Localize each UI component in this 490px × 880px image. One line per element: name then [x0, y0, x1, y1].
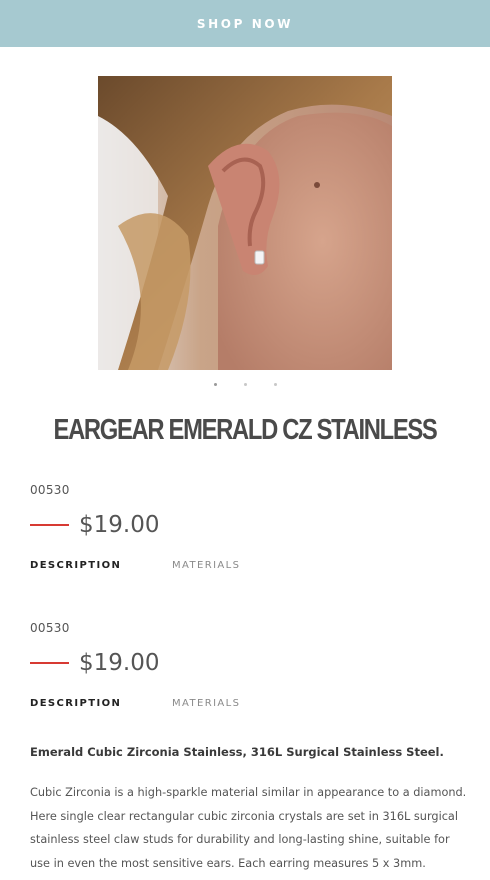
earring-stud [254, 250, 265, 265]
product-image[interactable] [98, 76, 392, 370]
price-accent-line [30, 524, 69, 526]
price: $19.00 [79, 512, 160, 538]
product-info-section-2: 00530 $19.00 DESCRIPTION MATERIALS [30, 621, 470, 709]
price-accent-line [30, 662, 69, 664]
shop-now-label[interactable]: SHOP NOW [197, 17, 293, 31]
tab-materials[interactable]: MATERIALS [172, 698, 240, 709]
info-tabs: DESCRIPTION MATERIALS [30, 698, 470, 709]
price-row: $19.00 [30, 650, 470, 676]
sku: 00530 [30, 483, 70, 497]
tab-description[interactable]: DESCRIPTION [30, 698, 172, 709]
carousel-dot-1[interactable] [213, 383, 217, 386]
price-row: $19.00 [30, 512, 470, 538]
price: $19.00 [79, 650, 160, 676]
description-heading: Emerald Cubic Zirconia Stainless, 316L S… [30, 745, 444, 759]
carousel-dots[interactable] [0, 383, 490, 386]
ear-photo-illustration [98, 76, 392, 370]
description-body: Cubic Zirconia is a high-sparkle materia… [30, 786, 467, 870]
info-tabs: DESCRIPTION MATERIALS [30, 560, 470, 571]
product-info-section-1: 00530 $19.00 DESCRIPTION MATERIALS [30, 483, 470, 571]
carousel-dot-3[interactable] [273, 383, 277, 386]
sku: 00530 [30, 621, 70, 635]
product-title: EARGEAR EMERALD CZ STAINLESS [53, 414, 438, 446]
tab-description[interactable]: DESCRIPTION [30, 560, 172, 571]
tab-materials[interactable]: MATERIALS [172, 560, 240, 571]
shop-now-banner[interactable]: SHOP NOW [0, 0, 490, 47]
carousel-dot-2[interactable] [243, 383, 247, 386]
